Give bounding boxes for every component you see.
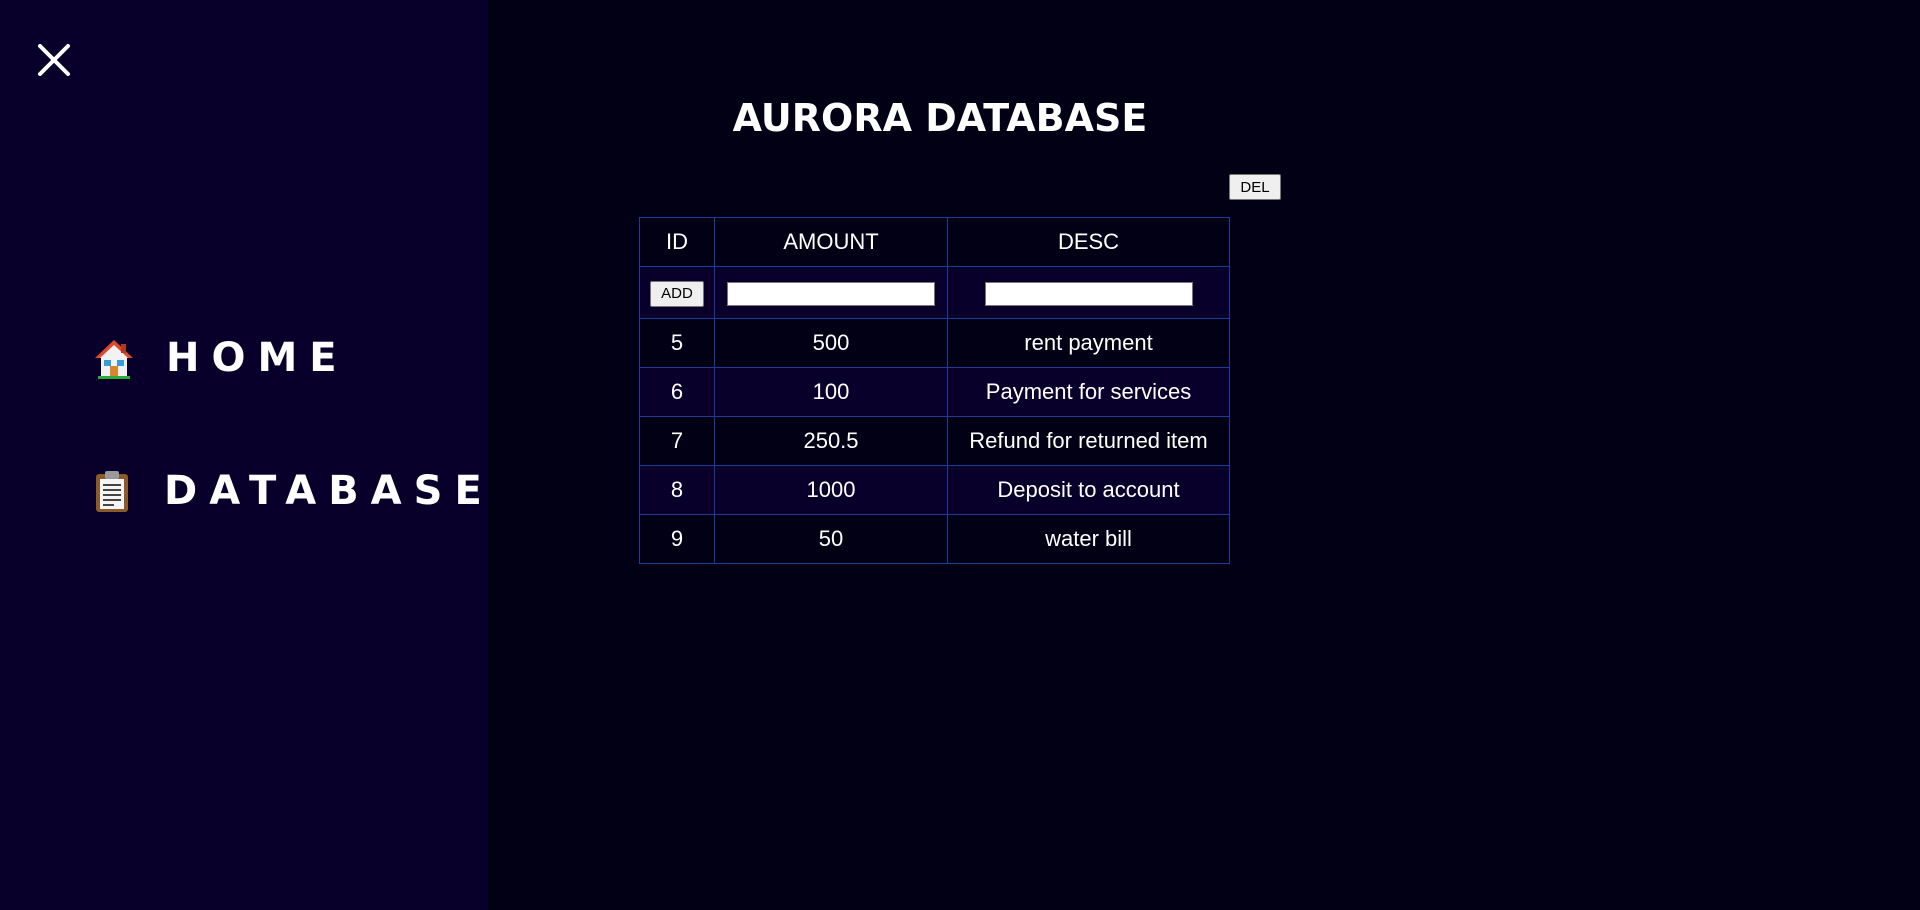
cell-amount: 1000 — [714, 465, 948, 515]
table-row: 6 100 Payment for services — [639, 367, 1230, 417]
close-button[interactable] — [36, 42, 72, 78]
table-row: 9 50 water bill — [639, 514, 1230, 564]
amount-input[interactable] — [727, 282, 935, 306]
cell-id: 9 — [639, 514, 715, 564]
column-header-amount: AMOUNT — [714, 217, 948, 267]
table-row: 5 500 rent payment — [639, 318, 1230, 368]
delete-button[interactable]: DEL — [1229, 174, 1281, 200]
add-button[interactable]: ADD — [650, 280, 704, 307]
cell-amount: 250.5 — [714, 416, 948, 466]
close-icon — [38, 44, 70, 76]
sidebar-item-database[interactable]: DATABASE — [92, 468, 494, 514]
cell-id: 7 — [639, 416, 715, 466]
desc-input-cell — [947, 266, 1230, 319]
sidebar-item-home[interactable]: HOME — [94, 335, 349, 381]
table-row: 8 1000 Deposit to account — [639, 465, 1230, 515]
cell-desc: water bill — [947, 514, 1230, 564]
cell-amount: 100 — [714, 367, 948, 417]
column-header-id: ID — [639, 217, 715, 267]
cell-id: 5 — [639, 318, 715, 368]
add-entry-row: ADD — [639, 266, 1230, 319]
sidebar: HOME DATABASE — [0, 0, 488, 910]
cell-desc: Payment for services — [947, 367, 1230, 417]
desc-input[interactable] — [984, 282, 1193, 306]
add-cell: ADD — [639, 266, 715, 319]
page-title: AURORA DATABASE — [732, 96, 1148, 140]
cell-desc: rent payment — [947, 318, 1230, 368]
cell-amount: 500 — [714, 318, 948, 368]
cell-amount: 50 — [714, 514, 948, 564]
sidebar-item-label: HOME — [166, 335, 349, 381]
table-header-row: ID AMOUNT DESC — [639, 217, 1230, 267]
sidebar-item-label: DATABASE — [164, 468, 494, 514]
cell-id: 6 — [639, 367, 715, 417]
house-icon — [95, 340, 133, 379]
data-table: ID AMOUNT DESC ADD 5 500 rent payment 6 … — [639, 217, 1230, 564]
cell-desc: Refund for returned item — [947, 416, 1230, 466]
amount-input-cell — [714, 266, 948, 319]
clipboard-icon — [96, 471, 128, 512]
table-row: 7 250.5 Refund for returned item — [639, 416, 1230, 466]
cell-id: 8 — [639, 465, 715, 515]
column-header-desc: DESC — [947, 217, 1230, 267]
cell-desc: Deposit to account — [947, 465, 1230, 515]
